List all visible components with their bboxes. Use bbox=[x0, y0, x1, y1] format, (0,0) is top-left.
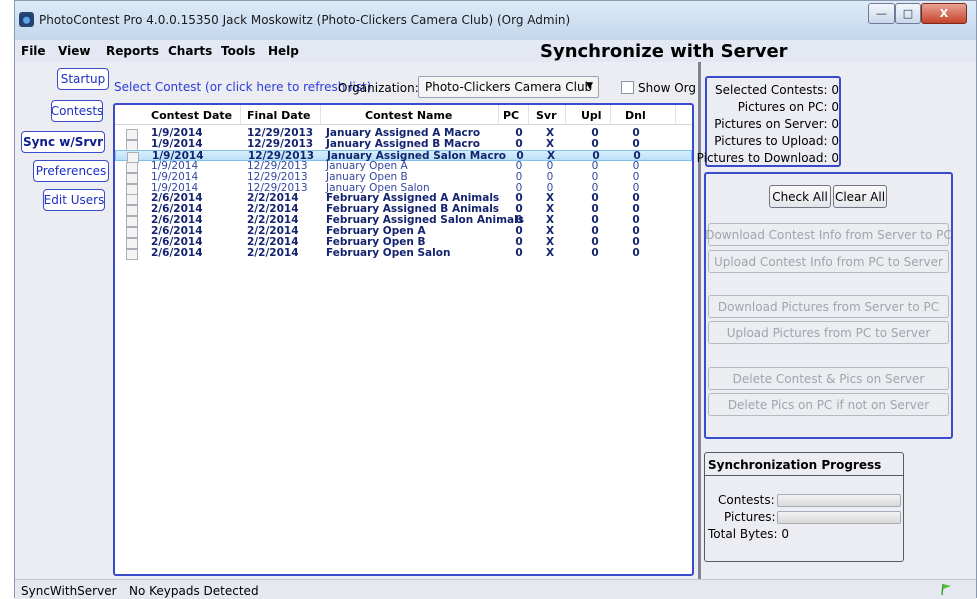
status-message: No Keypads Detected bbox=[129, 584, 259, 598]
column-separator bbox=[528, 105, 529, 125]
cell-contest-name: January Open B bbox=[326, 170, 408, 183]
maximize-button[interactable]: □ bbox=[895, 3, 921, 24]
column-separator bbox=[498, 105, 499, 125]
sidebar-item-contests[interactable]: Contests bbox=[51, 100, 103, 122]
clear-all-button[interactable]: Clear All bbox=[833, 185, 887, 208]
check-all-button[interactable]: Check All bbox=[769, 185, 831, 208]
cell-contest-date: 1/9/2014 bbox=[151, 170, 199, 183]
select-contest-refresh-link[interactable]: Select Contest (or click here to refresh… bbox=[114, 80, 371, 94]
column-header-contest-date[interactable]: Contest Date bbox=[151, 109, 232, 122]
sync-progress-title: Synchronization Progress bbox=[708, 458, 882, 472]
row-checkbox[interactable] bbox=[126, 248, 138, 260]
delete-pics-pc-button[interactable]: Delete Pics on PC if not on Server bbox=[708, 393, 949, 416]
cell-svr: 0 bbox=[546, 170, 554, 183]
sidebar-item-sync[interactable]: Sync w/Srvr bbox=[21, 131, 105, 153]
pictures-progress-bar bbox=[777, 511, 901, 524]
pictures-on-pc-count: Pictures on PC: 0 bbox=[737, 100, 839, 114]
contests-progress-bar bbox=[777, 494, 901, 507]
menu-tools[interactable]: Tools bbox=[221, 44, 255, 58]
cell-dnl: 0 bbox=[632, 246, 640, 259]
menu-help[interactable]: Help bbox=[268, 44, 299, 58]
download-contest-info-button[interactable]: Download Contest Info from Server to PC bbox=[705, 223, 952, 246]
column-separator bbox=[565, 105, 566, 125]
pictures-to-download-count: Pictures to Download: 0 bbox=[696, 151, 839, 165]
organization-select[interactable]: Photo-Clickers Camera Club ▼ bbox=[418, 76, 599, 98]
selected-contests-count: Selected Contests: 0 bbox=[715, 83, 839, 97]
column-header-pc[interactable]: PC bbox=[503, 109, 519, 122]
app-camera-icon bbox=[19, 12, 34, 27]
pictures-on-server-count: Pictures on Server: 0 bbox=[714, 117, 839, 131]
cell-contest-date: 1/9/2014 bbox=[151, 137, 203, 150]
upload-pictures-button[interactable]: Upload Pictures from PC to Server bbox=[708, 321, 949, 344]
sidebar-item-preferences[interactable]: Preferences bbox=[33, 160, 109, 182]
contest-table: Contest Date Final Date Contest Name PC … bbox=[113, 103, 694, 576]
column-separator bbox=[320, 105, 321, 125]
desktop-edge bbox=[0, 0, 14, 598]
cell-svr: X bbox=[545, 137, 555, 150]
green-flag-icon bbox=[941, 583, 951, 596]
page-title: Synchronize with Server bbox=[540, 41, 788, 62]
pictures-progress-label: Pictures: bbox=[724, 510, 776, 524]
contests-progress-label: Contests: bbox=[718, 493, 775, 507]
show-org-checkbox[interactable] bbox=[621, 81, 634, 94]
panel-divider bbox=[698, 62, 701, 579]
column-header-upl[interactable]: Upl bbox=[581, 109, 602, 122]
cell-final-date: 2/2/2014 bbox=[247, 246, 299, 259]
show-org-label: Show Org bbox=[638, 81, 696, 95]
menu-file[interactable]: File bbox=[21, 44, 46, 58]
organization-value: Photo-Clickers Camera Club bbox=[425, 80, 593, 94]
cell-final-date: 12/29/2013 bbox=[247, 170, 308, 183]
cell-dnl: 0 bbox=[632, 137, 640, 150]
cell-upl: 0 bbox=[591, 170, 599, 183]
menu-reports[interactable]: Reports bbox=[106, 44, 159, 58]
table-header: Contest Date Final Date Contest Name PC … bbox=[115, 105, 692, 125]
status-view-name: SyncWithServer bbox=[21, 584, 117, 598]
app-window: PhotoContest Pro 4.0.0.15350 Jack Moskow… bbox=[14, 0, 977, 599]
cell-upl: 0 bbox=[591, 246, 599, 259]
divider bbox=[705, 475, 903, 476]
main-content: Startup Contests Sync w/Srvr Preferences… bbox=[15, 62, 976, 579]
menu-view[interactable]: View bbox=[58, 44, 90, 58]
window-title: PhotoContest Pro 4.0.0.15350 Jack Moskow… bbox=[39, 13, 571, 27]
cell-upl: 0 bbox=[591, 137, 599, 150]
sync-progress-panel: Synchronization Progress Contests: Pictu… bbox=[704, 452, 904, 562]
column-separator bbox=[610, 105, 611, 125]
cell-contest-date: 2/6/2014 bbox=[151, 246, 203, 259]
cell-final-date: 12/29/2013 bbox=[247, 137, 314, 150]
chevron-down-icon: ▼ bbox=[586, 81, 593, 91]
total-bytes: Total Bytes: 0 bbox=[708, 527, 790, 541]
status-bar: SyncWithServer No Keypads Detected bbox=[15, 579, 976, 599]
cell-contest-name: January Assigned B Macro bbox=[326, 137, 481, 150]
column-separator bbox=[240, 105, 241, 125]
cell-pc: 0 bbox=[515, 246, 523, 259]
sidebar-item-edit-users[interactable]: Edit Users bbox=[43, 189, 105, 211]
column-separator bbox=[675, 105, 676, 125]
column-header-svr[interactable]: Svr bbox=[536, 109, 557, 122]
title-bar: PhotoContest Pro 4.0.0.15350 Jack Moskow… bbox=[15, 1, 976, 40]
table-row[interactable]: 1/9/2014 12/29/2013 January Open B 0 0 0 0 bbox=[115, 170, 692, 184]
column-header-dnl[interactable]: Dnl bbox=[625, 109, 646, 122]
upload-contest-info-button[interactable]: Upload Contest Info from PC to Server bbox=[708, 250, 949, 273]
cell-contest-name: February Open Salon bbox=[326, 246, 451, 259]
cell-pc: 0 bbox=[515, 170, 523, 183]
delete-contest-pics-server-button[interactable]: Delete Contest & Pics on Server bbox=[708, 367, 949, 390]
cell-svr: X bbox=[545, 246, 555, 259]
close-button[interactable]: X bbox=[921, 3, 967, 24]
download-pictures-button[interactable]: Download Pictures from Server to PC bbox=[708, 295, 949, 318]
column-header-final-date[interactable]: Final Date bbox=[247, 109, 310, 122]
cell-pc: 0 bbox=[515, 137, 523, 150]
organization-label: Organization: bbox=[338, 81, 419, 95]
minimize-button[interactable]: — bbox=[868, 3, 895, 24]
table-row[interactable]: 1/9/2014 12/29/2013 January Assigned B Mac… bbox=[115, 137, 692, 151]
pictures-to-upload-count: Pictures to Upload: 0 bbox=[714, 134, 839, 148]
cell-dnl: 0 bbox=[632, 170, 640, 183]
sidebar-item-startup[interactable]: Startup bbox=[57, 68, 109, 90]
menu-bar: File View Reports Charts Tools Help bbox=[15, 40, 976, 62]
menu-charts[interactable]: Charts bbox=[168, 44, 212, 58]
column-header-contest-name[interactable]: Contest Name bbox=[365, 109, 452, 122]
table-row[interactable]: 2/6/2014 2/2/2014 February Open Salon 0 X 0 0 bbox=[115, 246, 692, 260]
